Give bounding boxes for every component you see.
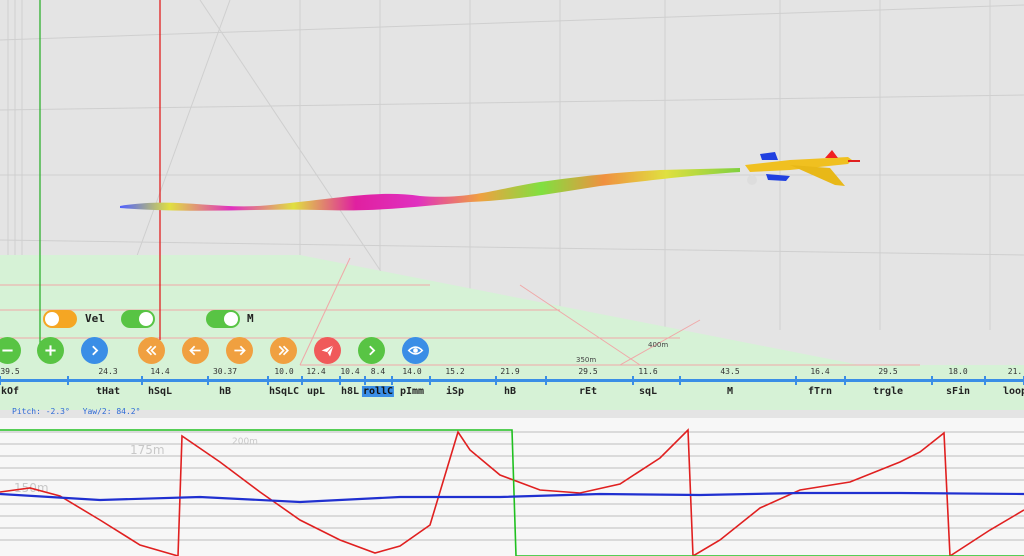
segment-sql[interactable]: sqL [639,386,657,397]
step-back-button[interactable] [182,337,209,364]
segment-duration: 16.4 [810,367,830,376]
toggle-knob [139,312,153,326]
segment-ftrn[interactable]: fTrn [808,386,832,397]
timeline-tick [364,376,366,385]
flight-trail [120,168,740,211]
segment-m[interactable]: M [727,386,733,397]
send-button[interactable] [314,337,341,364]
fast-forward-button[interactable] [270,337,297,364]
pitch-readout: Pitch: -2.3° [12,407,70,416]
segment-isp[interactable]: iSp [446,386,464,397]
segment-duration: 21.9 [500,367,520,376]
segment-duration: 39.5 [0,367,20,376]
timeline-tick [141,376,143,385]
eye-icon [407,346,424,355]
aircraft-model [745,150,860,186]
distance-label-350: 350m [576,356,596,364]
segment-duration: 29.5 [878,367,898,376]
timeline-tick [495,376,497,385]
toggle-vel-label: Vel [85,312,105,325]
timeline-tick [301,376,303,385]
yaw-readout: Yaw/2: 84.2° [82,407,141,416]
rewind-button[interactable] [138,337,165,364]
segment-duration: 18.0 [948,367,968,376]
timeline-tick [0,376,1,385]
double-chevron-right-icon [278,345,289,356]
segment-pimm[interactable]: pImm [400,386,424,397]
maneuver-timeline[interactable]: 39.5 kOf 24.3 tHat 14.4 hSqL 30.37 hB 10.0 hSqLC 1… [0,366,1024,403]
timeline-tick [67,376,69,385]
segment-duration: 14.4 [150,367,170,376]
toggle-vel[interactable] [121,310,155,328]
step-forward-button[interactable] [226,337,253,364]
minus-icon [2,349,13,352]
segment-ret[interactable]: rEt [579,386,597,397]
segment-duration: 29.5 [578,367,598,376]
timeline-tick [931,376,933,385]
chevron-right-icon [92,345,99,356]
timeline-tick [795,376,797,385]
toggle-knob [224,312,238,326]
segment-duration: 11.6 [638,367,658,376]
bg-label-200: 200m [232,437,258,447]
segment-hb[interactable]: hB [219,386,231,397]
segment-duration: 10.0 [274,367,294,376]
segment-that[interactable]: tHat [96,386,120,397]
segment-duration: 8.4 [370,367,386,376]
timeline-tick [545,376,547,385]
next-button[interactable] [81,337,108,364]
segment-upl[interactable]: upL [307,386,325,397]
timeline-tick [844,376,846,385]
zoom-in-button[interactable] [37,337,64,364]
toggle-m[interactable] [206,310,240,328]
segment-hsqlc[interactable]: hSqLC [269,386,299,397]
segment-duration: 12.4 [306,367,326,376]
segment-duration: 30.37 [212,367,238,376]
bg-label-175: 175m [130,443,165,457]
timeline-tick [391,376,393,385]
segment-loop[interactable]: loop [1003,386,1024,397]
segment-trgle[interactable]: trgle [873,386,903,397]
segment-hb[interactable]: hB [504,386,516,397]
toggle-m-label: M [247,312,254,325]
segment-duration: 21. [1007,367,1023,376]
segment-rollc[interactable]: rollC [361,386,395,397]
plus-icon [45,345,56,356]
chevron-right-icon [369,345,376,356]
arrow-right-icon [234,345,246,356]
timeline-tick [679,376,681,385]
toggle-knob [45,312,59,326]
timeline-tick [429,376,431,385]
segment-kof[interactable]: kOf [1,386,19,397]
double-chevron-left-icon [146,345,157,356]
segment-duration: 24.3 [98,367,118,376]
play-button[interactable] [358,337,385,364]
segment-duration: 15.2 [445,367,465,376]
paper-plane-icon [321,345,334,357]
view-button[interactable] [402,337,429,364]
toggle-a[interactable] [43,310,77,328]
segment-hsql[interactable]: hSqL [148,386,172,397]
segment-duration: 43.5 [720,367,740,376]
attitude-readout: Pitch: -2.3° Yaw/2: 84.2° [12,407,148,416]
timeline-track [0,379,1024,382]
timeline-tick [207,376,209,385]
segment-h8l[interactable]: h8L [341,386,359,397]
timeline-tick [339,376,341,385]
timeline-tick [984,376,986,385]
timeline-tick [267,376,269,385]
timeline-tick [632,376,634,385]
segment-duration: 10.4 [340,367,360,376]
segment-sfin[interactable]: sFin [946,386,970,397]
segment-duration: 14.0 [402,367,422,376]
distance-label-400: 400m [648,341,668,349]
arrow-left-icon [189,345,201,356]
telemetry-chart: 175m 150m 200m [0,418,1024,556]
